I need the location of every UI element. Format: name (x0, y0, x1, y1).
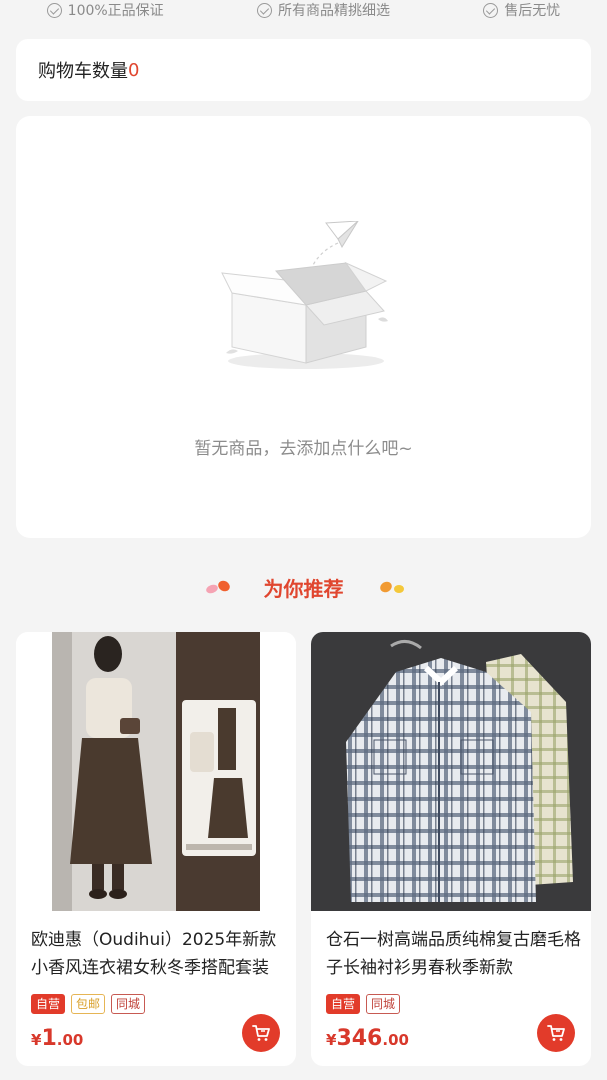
product-tags: 自营 同城 (326, 994, 401, 1014)
cart-count-value: 0 (128, 59, 140, 81)
add-to-cart-button[interactable] (537, 1014, 575, 1052)
price-currency: ¥ (326, 1031, 337, 1049)
cart-icon (252, 1025, 270, 1041)
cart-count-card: 购物车数量 0 (16, 39, 591, 101)
guarantee-item-authentic: 100%正品保证 (46, 0, 164, 20)
guarantee-bar: 100%正品保证 所有商品精挑细选 售后无忧 (0, 0, 607, 20)
cart-count-label: 购物车数量 (38, 61, 128, 82)
product-image[interactable] (311, 632, 591, 911)
cart-icon (547, 1025, 565, 1041)
product-title[interactable]: 仓石一树高端品质纯棉复古磨毛格子长袖衬衫男春秋季新款 (326, 926, 581, 982)
decor-petals-left-icon (205, 580, 230, 594)
product-card[interactable]: 欧迪惠（Oudihui）2025年新款小香风连衣裙女秋冬季搭配套装 自营 包邮 … (16, 632, 296, 1066)
guarantee-item-selected: 所有商品精挑细选 (257, 0, 390, 20)
tag-same-city: 同城 (111, 994, 146, 1014)
tag-same-city: 同城 (366, 994, 401, 1014)
recommend-header: 为你推荐 (0, 568, 607, 606)
tag-free-shipping: 包邮 (71, 994, 106, 1014)
product-card[interactable]: 仓石一树高端品质纯棉复古磨毛格子长袖衬衫男春秋季新款 自营 同城 ¥346.00 (311, 632, 591, 1066)
product-price: ¥1.00 (31, 1026, 83, 1051)
empty-cart-message: 暂无商品，去添加点什么吧~ (194, 439, 413, 459)
price-decimal: .00 (56, 1031, 84, 1049)
empty-cart-card: 暂无商品，去添加点什么吧~ (16, 116, 591, 538)
tag-self-operated: 自营 (326, 994, 361, 1014)
tag-self-operated: 自营 (31, 994, 66, 1014)
check-circle-icon (46, 2, 62, 18)
product-title[interactable]: 欧迪惠（Oudihui）2025年新款小香风连衣裙女秋冬季搭配套装 (31, 926, 286, 982)
product-grid: 欧迪惠（Oudihui）2025年新款小香风连衣裙女秋冬季搭配套装 自营 包邮 … (16, 632, 591, 1072)
guarantee-item-aftersales: 售后无忧 (483, 0, 560, 20)
price-integer: 1 (41, 1026, 57, 1051)
product-tags: 自营 包邮 同城 (31, 994, 146, 1014)
add-to-cart-button[interactable] (242, 1014, 280, 1052)
guarantee-label: 所有商品精挑细选 (278, 3, 390, 19)
check-circle-icon (257, 2, 272, 18)
price-currency: ¥ (31, 1031, 42, 1049)
empty-box-icon (221, 221, 388, 369)
check-circle-icon (483, 2, 499, 18)
recommend-title: 为你推荐 (263, 576, 344, 601)
decor-petals-right-icon (379, 581, 404, 593)
guarantee-label: 100%正品保证 (67, 3, 164, 19)
price-decimal: .00 (382, 1031, 409, 1049)
product-image[interactable] (16, 632, 296, 911)
price-integer: 346 (336, 1026, 383, 1051)
product-price: ¥346.00 (326, 1026, 409, 1051)
guarantee-label: 售后无忧 (504, 3, 561, 19)
